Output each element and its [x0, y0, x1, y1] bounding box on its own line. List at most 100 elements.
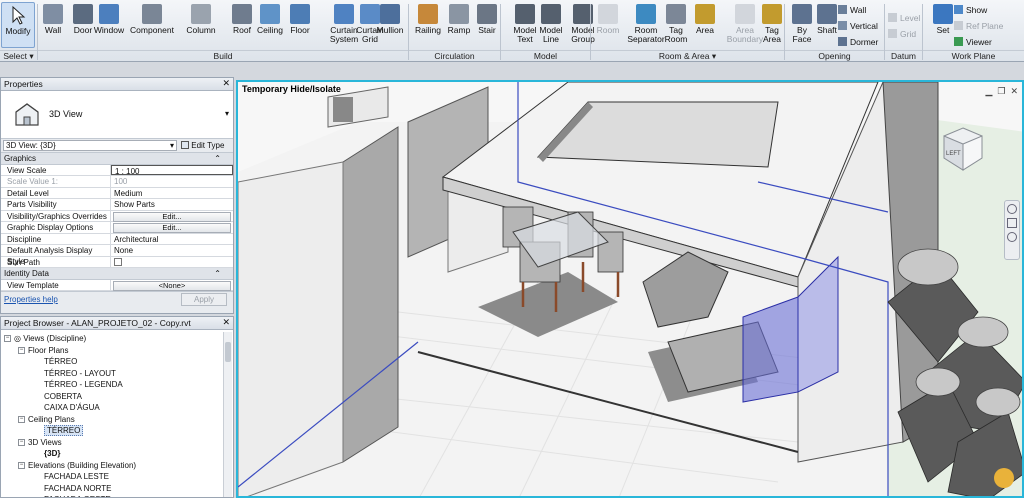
properties-help-link[interactable]: Properties help — [4, 295, 58, 304]
property-value[interactable]: Edit... — [111, 222, 233, 233]
wall-tool-button[interactable]: Wall — [40, 2, 66, 48]
property-value[interactable]: 1 : 100 — [111, 164, 233, 176]
property-name: Sun Path — [1, 256, 111, 267]
railing-tool-button[interactable]: Railing — [414, 2, 442, 48]
ceiling-icon — [260, 4, 280, 24]
property-value[interactable]: Show Parts — [111, 199, 233, 210]
ramp-tool-button[interactable]: Ramp — [446, 2, 472, 48]
collapse-toggle-icon[interactable]: − — [18, 438, 25, 446]
browser-item[interactable]: TÉRREO — [4, 356, 136, 368]
group-identity-data[interactable]: Identity Data ⌃ — [1, 268, 233, 280]
browser-item[interactable]: − ◎ Views (Discipline) — [4, 333, 136, 345]
opening-wall-button[interactable]: Wall — [838, 4, 866, 15]
panel-work-plane: Work Plane — [923, 50, 1024, 62]
instance-selector-row: 3D View: {3D} ▾ Edit Type — [1, 139, 233, 153]
close-icon[interactable]: ✕ — [222, 317, 230, 328]
apply-button[interactable]: Apply — [181, 293, 227, 306]
browser-item[interactable]: TÉRREO - LEGENDA — [4, 379, 136, 391]
panel-room-area[interactable]: Room & Area ▾ — [591, 50, 784, 62]
by-face-tool-button[interactable]: By Face — [788, 2, 816, 48]
panel-select[interactable]: Select ▾ — [0, 50, 37, 62]
tool-label: Column — [186, 25, 216, 35]
browser-item[interactable]: CAIXA D'ÁGUA — [4, 402, 136, 414]
edit-type-icon — [181, 141, 189, 149]
roof-tool-button[interactable]: Roof — [229, 2, 255, 48]
collapse-toggle-icon[interactable]: − — [18, 415, 25, 423]
grid-button[interactable]: Grid — [888, 28, 916, 39]
floor-tool-button[interactable]: Floor — [287, 2, 313, 48]
viewcube[interactable]: LEFT — [938, 124, 988, 174]
window-tool-button[interactable]: Window — [93, 2, 125, 48]
browser-scrollbar[interactable] — [223, 332, 232, 497]
browser-item[interactable]: TÉRREO - LAYOUT — [4, 368, 136, 380]
sun-path-checkbox[interactable] — [114, 257, 122, 266]
minimize-icon[interactable]: ▁ — [985, 86, 992, 97]
tag-room-tool-button[interactable]: Tag Room — [660, 2, 692, 48]
property-value[interactable]: Edit... — [111, 211, 233, 222]
browser-item[interactable]: − Floor Plans — [4, 345, 136, 357]
pan-icon[interactable] — [1007, 218, 1017, 228]
property-edit-button[interactable]: <None> — [113, 280, 231, 291]
tool-label: Modify — [5, 26, 31, 36]
panel-build: Build — [38, 50, 408, 62]
property-value[interactable]: Medium — [111, 188, 233, 199]
browser-item[interactable]: FACHADA OESTE — [4, 494, 136, 497]
property-value[interactable]: Architectural — [111, 234, 233, 245]
tool-label: Window — [93, 25, 125, 35]
ceiling-tool-button[interactable]: Ceiling — [256, 2, 284, 48]
property-name: Parts Visibility — [1, 199, 111, 210]
browser-item-label: FACHADA LESTE — [44, 472, 109, 481]
instance-selector[interactable]: 3D View: {3D} ▾ — [3, 140, 177, 151]
viewer-button[interactable]: Viewer — [954, 36, 992, 47]
browser-item[interactable]: FACHADA NORTE — [4, 483, 136, 495]
browser-item[interactable]: COBERTA — [4, 391, 136, 403]
close-icon[interactable]: ✕ — [222, 78, 230, 89]
door-tool-button[interactable]: Door — [70, 2, 96, 48]
restore-icon[interactable]: ❐ — [997, 86, 1005, 97]
set-tool-button[interactable]: Set — [930, 2, 956, 48]
property-value[interactable]: <None> — [111, 280, 233, 291]
steering-wheel-icon[interactable] — [1007, 204, 1017, 214]
property-value[interactable] — [111, 257, 233, 268]
3d-viewport[interactable]: Temporary Hide/Isolate ▁ ❐ ✕ LEFT — [236, 80, 1024, 498]
column-tool-button[interactable]: Column — [186, 2, 216, 48]
mullion-tool-button[interactable]: Mullion — [376, 2, 404, 48]
collapse-toggle-icon[interactable]: − — [18, 461, 25, 469]
modify-tool-button[interactable]: Modify — [1, 2, 35, 48]
ref-plane-button[interactable]: Ref Plane — [954, 20, 1003, 31]
property-edit-button[interactable]: Edit... — [113, 211, 231, 222]
close-icon[interactable]: ✕ — [1010, 86, 1018, 97]
zoom-icon[interactable] — [1007, 232, 1017, 242]
level-button[interactable]: Level — [888, 12, 920, 23]
browser-item[interactable]: − Elevations (Building Elevation) — [4, 460, 136, 472]
property-name: Visibility/Graphics Overrides — [1, 210, 111, 221]
opening-vertical-button[interactable]: Vertical — [838, 20, 878, 31]
browser-item-label: TÉRREO - LEGENDA — [44, 380, 123, 389]
area-tool-button[interactable]: Area — [692, 2, 718, 48]
property-value[interactable]: None — [111, 245, 233, 256]
type-selector[interactable]: 3D View ▾ — [1, 91, 233, 139]
show-work-plane-button[interactable]: Show — [954, 4, 987, 15]
browser-item[interactable]: TÉRREO — [4, 425, 136, 437]
property-row: Parts Visibility Show Parts — [1, 199, 233, 211]
stair-tool-button[interactable]: Stair — [474, 2, 500, 48]
viewer-icon — [954, 37, 963, 46]
views-icon: ◎ — [14, 334, 24, 343]
group-graphics[interactable]: Graphics ⌃ — [1, 153, 233, 165]
shaft-tool-button[interactable]: Shaft — [814, 2, 840, 48]
panel-opening: Opening — [785, 50, 884, 62]
browser-item[interactable]: − Ceiling Plans — [4, 414, 136, 426]
component-icon — [142, 4, 162, 24]
property-value[interactable]: 100 — [111, 176, 233, 187]
property-edit-button[interactable]: Edit... — [113, 223, 231, 233]
browser-item[interactable]: {3D} — [4, 448, 136, 460]
browser-item[interactable]: −3D Views — [4, 437, 136, 449]
component-tool-button[interactable]: Component — [130, 2, 174, 48]
chevron-down-icon[interactable]: ▾ — [225, 109, 229, 118]
browser-item[interactable]: FACHADA LESTE — [4, 471, 136, 483]
collapse-toggle-icon[interactable]: − — [4, 335, 11, 343]
model-canvas[interactable] — [238, 82, 1024, 498]
opening-dormer-button[interactable]: Dormer — [838, 36, 878, 47]
edit-type-button[interactable]: Edit Type — [181, 140, 224, 151]
collapse-toggle-icon[interactable]: − — [18, 346, 25, 354]
